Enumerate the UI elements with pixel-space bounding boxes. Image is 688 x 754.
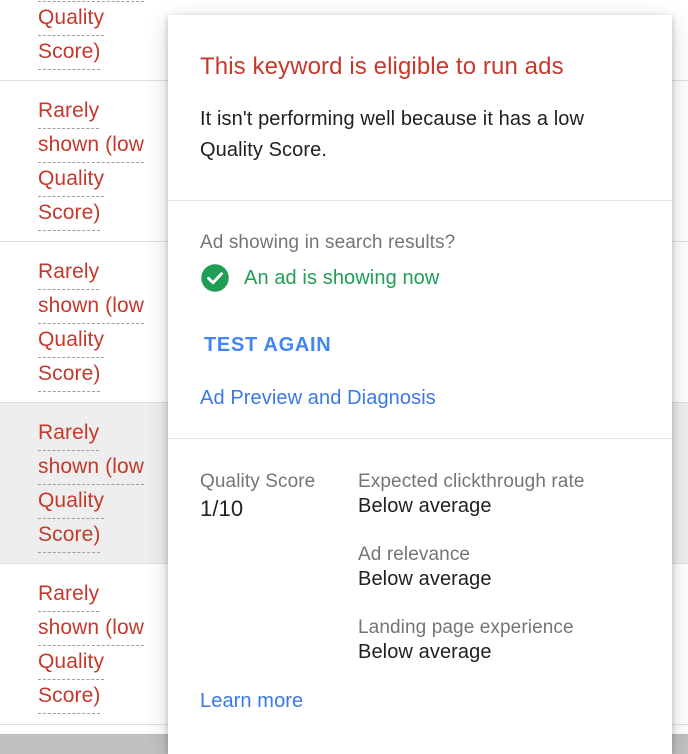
keyword-status-cell[interactable]: Rarely shown (low Quality Score) [38,417,158,553]
keyword-status-line: Score) [38,197,101,231]
quality-score-metric-label: Expected clickthrough rate [358,471,585,492]
quality-score-metric: Expected clickthrough rate Below average [358,470,640,519]
keyword-status-line: Score) [38,36,101,70]
test-again-button[interactable]: TEST AGAIN [204,333,331,357]
keyword-status-line: Rarely [38,578,100,612]
keyword-status-line: Score) [38,519,101,553]
quality-score-label: Quality Score [200,471,316,492]
quality-score-metric: Landing page experience Below average [358,616,640,665]
quality-score-value: 1/10 [200,496,244,521]
quality-score-metric-label: Landing page experience [358,617,574,638]
quality-score-metric: Ad relevance Below average [358,543,640,592]
keyword-status-line: Rarely [38,417,100,451]
check-circle-icon [201,264,229,292]
keyword-status-line: Score) [38,358,101,392]
keyword-status-line: shown (low [38,612,145,646]
quality-score-summary: Quality Score 1/10 [200,470,325,665]
preview-link-wrap: Ad Preview and Diagnosis [200,357,640,410]
quality-score-metrics: Expected clickthrough rate Below average A… [325,470,640,665]
quality-score-metric-value: Below average [358,568,492,590]
popup-header-section: This keyword is eligible to run ads It i… [168,15,672,200]
ad-status-result-row: An ad is showing now [200,263,640,293]
keyword-status-cell[interactable]: Rarely shown (low Quality Score) [38,578,158,714]
keyword-status-line: Quality [38,646,105,680]
ad-preview-and-diagnosis-link[interactable]: Ad Preview and Diagnosis [200,386,436,410]
quality-score-metric-value: Below average [358,641,492,663]
keyword-status-line: Score) [38,680,101,714]
quality-score-metric-value: Below average [358,495,492,517]
keyword-diagnosis-popup: This keyword is eligible to run ads It i… [168,15,672,754]
keyword-status-line: Rarely [38,95,100,129]
popup-description: It isn't performing well because it has … [200,108,585,161]
keyword-status-cell[interactable]: Rarely shown (low Quality Score) [38,256,158,392]
ad-status-section: Ad showing in search results? An ad is s… [168,201,672,438]
keyword-status-line: Quality [38,324,105,358]
keyword-status-line: Rarely [38,256,100,290]
keyword-status-cell[interactable]: shown (lowQualityScore) [38,0,158,70]
quality-score-metric-label: Ad relevance [358,544,471,565]
keyword-status-line: Quality [38,2,105,36]
keyword-status-cell[interactable]: Rarely shown (low Quality Score) [38,95,158,231]
ad-status-result-text: An ad is showing now [244,267,440,289]
popup-title: This keyword is eligible to run ads [200,53,564,80]
keyword-status-line: Quality [38,485,105,519]
quality-score-section: Quality Score 1/10 Expected clickthrough… [168,439,672,665]
test-again-button-wrap: TEST AGAIN [200,293,640,357]
keyword-status-line: shown (low [38,451,145,485]
screen-root: shown (lowQualityScore)Rarelyshown (lowQ… [0,0,688,754]
learn-more-wrap: Learn more [168,665,672,713]
keyword-status-line: Quality [38,163,105,197]
ad-status-question: Ad showing in search results? [200,232,456,253]
keyword-status-line: shown (low [38,129,145,163]
keyword-status-line: shown (low [38,290,145,324]
learn-more-link[interactable]: Learn more [200,689,303,713]
